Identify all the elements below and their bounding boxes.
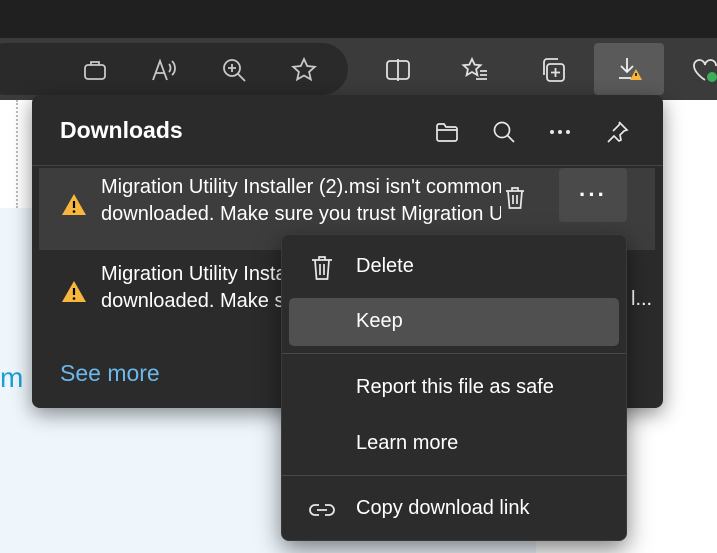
download-message: Migration Utility Installer (2).msi isn'… xyxy=(101,174,501,234)
menu-separator xyxy=(282,353,626,354)
menu-item-keep[interactable]: Keep xyxy=(289,298,619,346)
menu-item-label: Learn more xyxy=(356,432,459,454)
download-more-button[interactable]: ··· xyxy=(559,168,627,222)
title-bar xyxy=(0,0,717,38)
download-message-line1: Migration Utility Installer (2).msi isn'… xyxy=(101,176,501,198)
open-folder-icon[interactable] xyxy=(430,115,464,149)
panel-divider xyxy=(32,165,663,166)
menu-item-label: Report this file as safe xyxy=(356,376,554,398)
menu-item-label: Delete xyxy=(356,255,414,277)
split-screen-icon[interactable] xyxy=(378,50,418,90)
downloads-title: Downloads xyxy=(60,117,183,143)
truncated-text-end: l... xyxy=(631,288,653,310)
more-options-icon[interactable] xyxy=(543,115,577,149)
menu-item-label: Copy download link xyxy=(356,497,530,519)
trash-icon xyxy=(312,256,332,280)
page-text-fragment: m xyxy=(0,362,24,393)
read-aloud-icon[interactable] xyxy=(144,50,184,90)
see-more-link[interactable]: See more xyxy=(60,360,160,387)
link-icon xyxy=(309,504,335,516)
menu-item-report-safe[interactable]: Report this file as safe xyxy=(289,364,619,412)
favorite-star-icon[interactable] xyxy=(284,50,324,90)
search-downloads-icon[interactable] xyxy=(487,115,521,149)
pin-icon[interactable] xyxy=(600,115,634,149)
collections-icon[interactable] xyxy=(533,50,573,90)
downloads-button[interactable] xyxy=(594,43,664,95)
trash-icon xyxy=(506,187,524,209)
briefcase-icon[interactable] xyxy=(75,50,115,90)
menu-separator xyxy=(282,475,626,476)
zoom-icon[interactable] xyxy=(214,50,254,90)
menu-item-label: Keep xyxy=(356,310,403,332)
warning-icon xyxy=(62,281,86,302)
favorites-icon[interactable] xyxy=(455,50,495,90)
warning-icon xyxy=(62,194,86,215)
delete-download-button[interactable] xyxy=(495,178,535,218)
downloads-warning-icon xyxy=(619,58,642,80)
menu-item-delete[interactable]: Delete xyxy=(289,243,619,291)
menu-item-copy-link[interactable]: Copy download link xyxy=(289,485,619,533)
download-message-line2: downloaded. Make sure you trust Migratio… xyxy=(101,203,501,225)
download-context-menu: Delete Keep Report this file as safe Lea… xyxy=(281,234,627,541)
menu-item-learn-more[interactable]: Learn more xyxy=(289,420,619,468)
page-left-edge xyxy=(0,100,18,208)
browser-essentials-icon[interactable] xyxy=(685,50,717,90)
